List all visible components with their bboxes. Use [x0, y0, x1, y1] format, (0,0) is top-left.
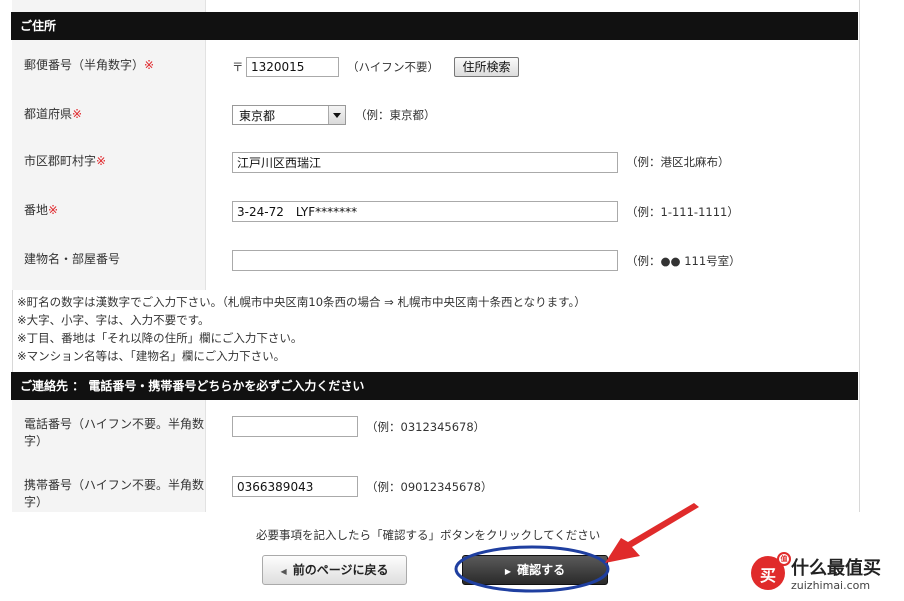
annotation-overlay [454, 503, 699, 593]
watermark-logo: 买 值 什么最值买 zuizhimai.com [751, 552, 901, 597]
pointer-arrow [605, 503, 699, 563]
highlight-ellipse [454, 545, 610, 593]
watermark-badge: 值 [777, 552, 791, 566]
watermark-domain: zuizhimai.com [791, 579, 871, 592]
watermark-icon-char: 买 [759, 566, 776, 585]
watermark-text: 什么最值买 [791, 558, 881, 579]
